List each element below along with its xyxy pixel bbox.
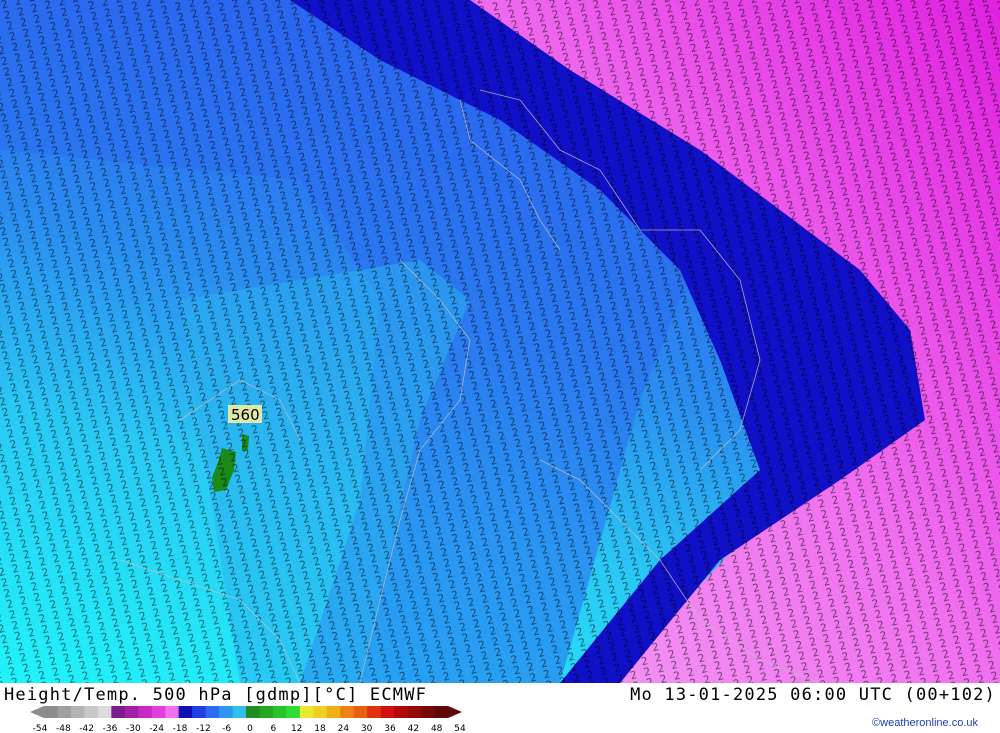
legend-tick-label: 36 — [384, 724, 396, 733]
legend-tick-label: 18 — [314, 724, 326, 733]
legend-swatch — [286, 706, 301, 718]
legend-swatch — [151, 706, 166, 718]
legend-swatch — [124, 706, 139, 718]
contour-label-560: 560 — [228, 405, 262, 424]
legend-tick-label: 30 — [361, 724, 373, 733]
legend-swatch — [232, 706, 247, 718]
legend-swatch — [70, 706, 85, 718]
legend-tick-label: 48 — [431, 724, 443, 733]
legend-swatch — [44, 706, 58, 718]
legend-swatch — [299, 706, 314, 718]
legend-tick-label: -36 — [103, 724, 118, 733]
legend-arrow-left — [30, 706, 44, 718]
legend-tick-label: 6 — [270, 724, 276, 733]
legend-tick-labels: -54 -48 -42 -36 -30 -24 -18 -12 -6 0 6 12 18 24 30 36 42… — [33, 724, 466, 733]
legend-tick-label: 42 — [408, 724, 419, 733]
legend-swatch — [421, 706, 436, 718]
map-title: Height/Temp. 500 hPa [gdmp][°C] ECMWF — [4, 685, 428, 705]
legend-tick-label: -30 — [126, 724, 141, 733]
temperature-legend — [30, 706, 462, 718]
legend-swatch — [434, 706, 449, 718]
map-datetime: Mo 13-01-2025 06:00 UTC (00+102) — [630, 685, 996, 705]
legend-tick-label: -6 — [222, 724, 231, 733]
legend-swatch — [272, 706, 287, 718]
legend-swatch — [138, 706, 153, 718]
legend-tick-label: 12 — [291, 724, 302, 733]
legend-swatch — [57, 706, 72, 718]
legend-swatch — [326, 706, 341, 718]
legend-swatch — [246, 706, 260, 718]
weather-map: 2 560 — [0, 0, 1000, 683]
legend-tick-label: -12 — [196, 724, 211, 733]
legend-tick-label: -54 — [33, 724, 48, 733]
legend-tick-label: -48 — [56, 724, 71, 733]
legend-swatch — [394, 706, 409, 718]
legend-swatch — [259, 706, 274, 718]
contour-label-text: 560 — [231, 406, 260, 424]
legend-tick-label: 24 — [338, 724, 350, 733]
legend-swatch — [219, 706, 234, 718]
contour-number-overlay — [0, 0, 1000, 683]
legend-swatch — [165, 706, 180, 718]
legend-swatch — [313, 706, 328, 718]
legend-swatch — [205, 706, 220, 718]
legend-swatch — [380, 706, 395, 718]
legend-tick-label: -18 — [173, 724, 188, 733]
footer: Height/Temp. 500 hPa [gdmp][°C] ECMWF Mo… — [0, 683, 1000, 733]
legend-swatch — [407, 706, 422, 718]
legend-tick-label: 54 — [454, 724, 466, 733]
legend-swatch — [340, 706, 355, 718]
legend-swatch — [192, 706, 207, 718]
legend-tick-label: -42 — [79, 724, 94, 733]
legend-tick-label: 0 — [247, 724, 253, 733]
legend-swatch — [178, 706, 193, 718]
legend-tick-label: -24 — [149, 724, 164, 733]
legend-swatch — [367, 706, 382, 718]
legend-arrow-right — [448, 706, 462, 718]
legend-swatches — [30, 706, 462, 718]
credit-link[interactable]: ©weatheronline.co.uk — [872, 717, 978, 729]
legend-swatch — [353, 706, 368, 718]
legend-swatch — [84, 706, 99, 718]
legend-swatch — [111, 706, 126, 718]
legend-swatch — [97, 706, 112, 718]
